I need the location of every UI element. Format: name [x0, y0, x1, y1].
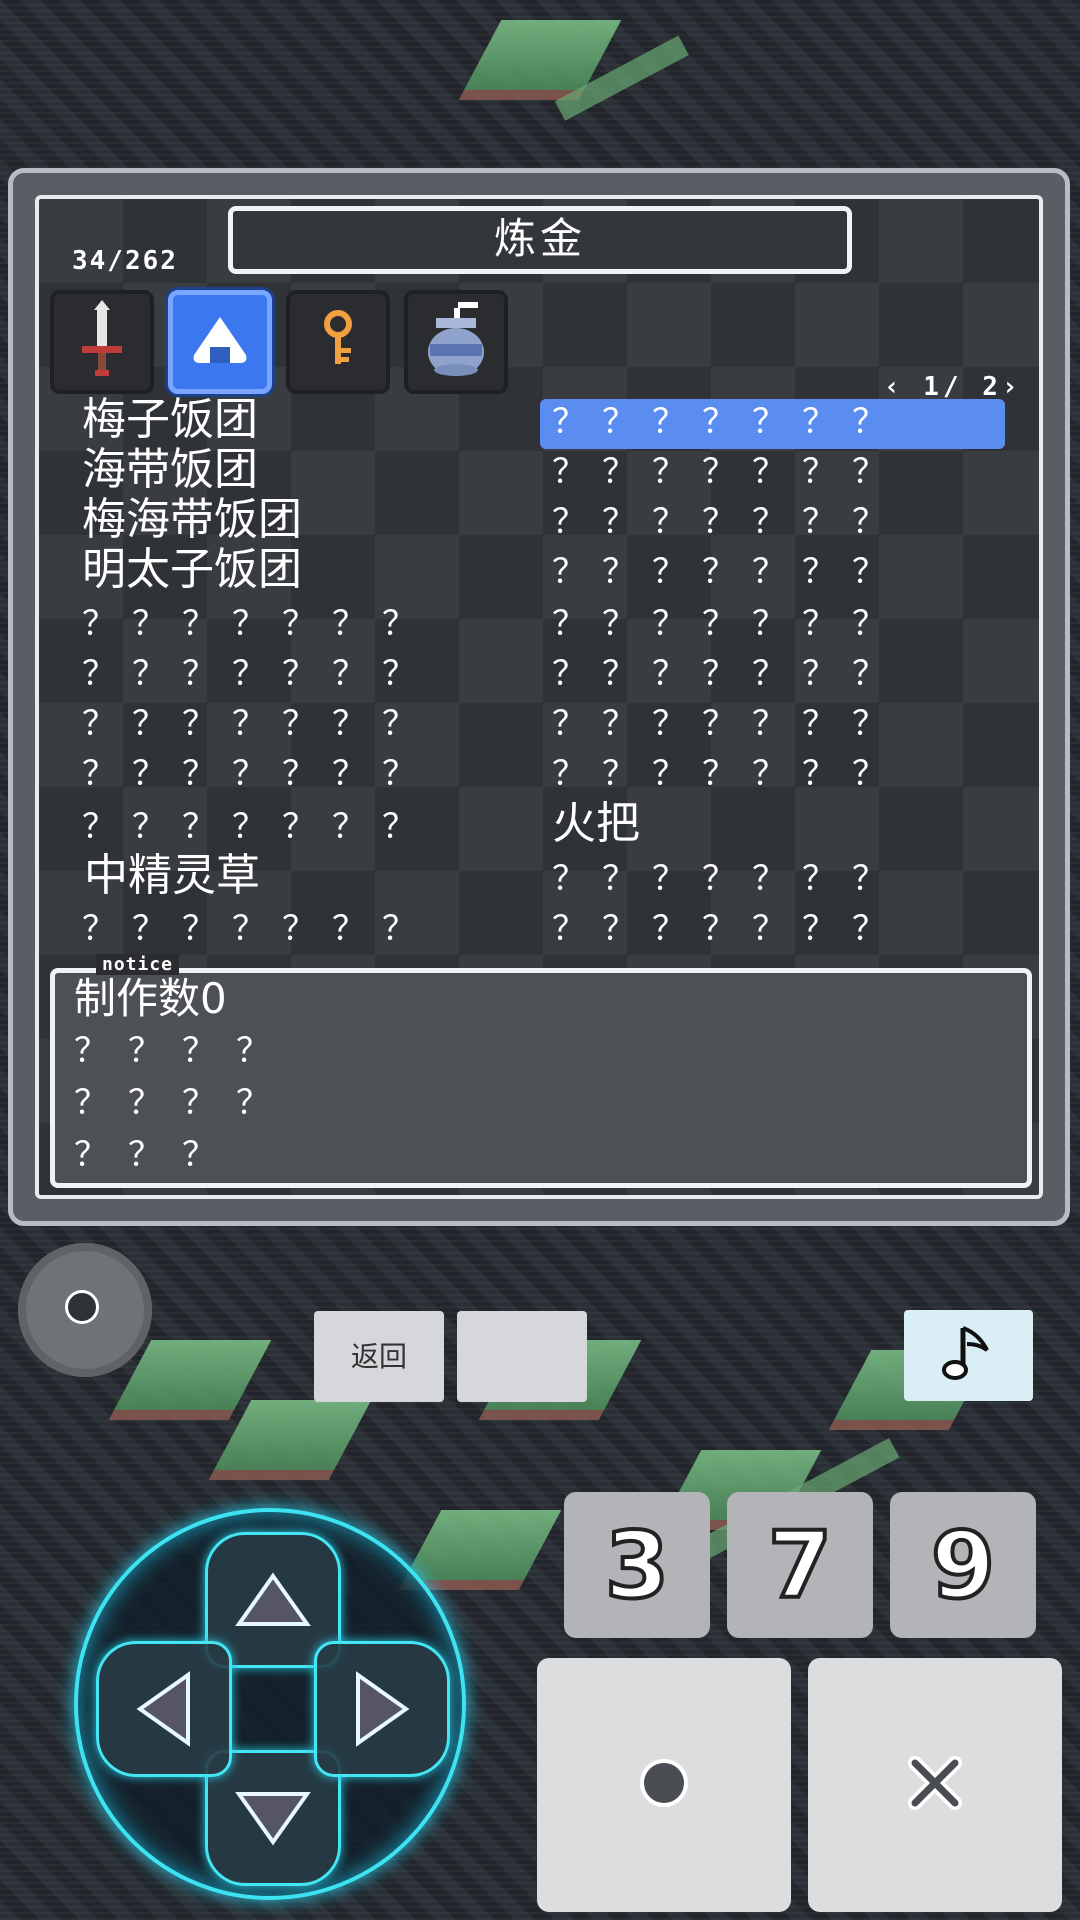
list-item[interactable]: ？？？？？？？ [552, 448, 902, 496]
music-note-icon [939, 1322, 999, 1390]
tab-food[interactable] [168, 290, 272, 394]
arrow-right-icon [356, 1671, 410, 1747]
list-item[interactable]: 明太子饭团 [82, 546, 302, 594]
notice-line: 制作数0 [74, 974, 227, 1023]
arrow-left-icon [136, 1671, 190, 1747]
list-item[interactable]: ？？？？？？？ [552, 650, 902, 698]
tab-keys[interactable] [286, 290, 390, 394]
cross-icon [905, 1753, 965, 1817]
list-item[interactable]: 梅海带饭团 [82, 496, 302, 544]
button-7[interactable]: 7 [727, 1492, 873, 1638]
page-indicator[interactable]: ‹ 1/ 2› [884, 372, 1022, 402]
page-title: 炼金 [228, 206, 852, 274]
dpad-left-button[interactable] [96, 1641, 232, 1777]
list-item[interactable]: 中精灵草 [84, 852, 260, 900]
settings-gear-button[interactable] [18, 1243, 152, 1377]
map-tile [208, 1400, 372, 1480]
notice-line: ？？？？ [74, 1031, 290, 1071]
list-item[interactable]: ？？？？？？？ [82, 600, 432, 648]
gear-icon [65, 1290, 99, 1324]
arrow-down-icon [235, 1792, 311, 1846]
button-9[interactable]: 9 [890, 1492, 1036, 1638]
onigiri-icon [190, 315, 250, 369]
map-tile [398, 1510, 562, 1590]
list-item[interactable]: ？？？？？？？ [82, 700, 432, 748]
dpad [74, 1508, 466, 1900]
notice-line: ？？？ [74, 1135, 236, 1175]
blank-button[interactable] [457, 1311, 587, 1402]
key-icon [318, 310, 358, 374]
list-item[interactable]: ？？？？？？？ [82, 905, 432, 953]
item-count: 34/262 [72, 246, 178, 276]
dpad-right-button[interactable] [314, 1641, 450, 1777]
back-button[interactable]: 返回 [314, 1311, 444, 1402]
list-item[interactable]: ？？？？？？？ [82, 750, 432, 798]
notice-line: ？？？？ [74, 1083, 290, 1123]
list-item[interactable]: ？？？？？？？ [552, 750, 902, 798]
list-item[interactable]: ？？？？？？？ [552, 548, 902, 596]
circle-icon [634, 1753, 694, 1817]
list-item[interactable]: 海带饭团 [82, 446, 258, 494]
list-item[interactable]: ？？？？？？？ [82, 650, 432, 698]
list-item[interactable]: ？？？？？？？ [552, 905, 902, 953]
jar-icon [424, 300, 488, 384]
list-item[interactable]: ？？？？？？？ [552, 498, 902, 546]
cancel-button[interactable] [808, 1658, 1062, 1912]
list-item-selected[interactable]: ？？？？？？？ [552, 398, 902, 446]
confirm-button[interactable] [537, 1658, 791, 1912]
music-button[interactable] [904, 1310, 1033, 1401]
sword-icon [72, 300, 132, 384]
arrow-up-icon [235, 1572, 311, 1626]
list-item[interactable]: 火把 [552, 800, 640, 848]
list-item[interactable]: ？？？？？？？ [552, 855, 902, 903]
list-item[interactable]: 梅子饭团 [82, 396, 258, 444]
button-3[interactable]: 3 [564, 1492, 710, 1638]
list-item[interactable]: ？？？？？？？ [552, 600, 902, 648]
list-item[interactable]: ？？？？？？？ [552, 700, 902, 748]
tab-weapons[interactable] [50, 290, 154, 394]
notice-tag: notice [96, 954, 180, 975]
list-item[interactable]: ？？？？？？？ [82, 803, 432, 851]
tab-pots[interactable] [404, 290, 508, 394]
